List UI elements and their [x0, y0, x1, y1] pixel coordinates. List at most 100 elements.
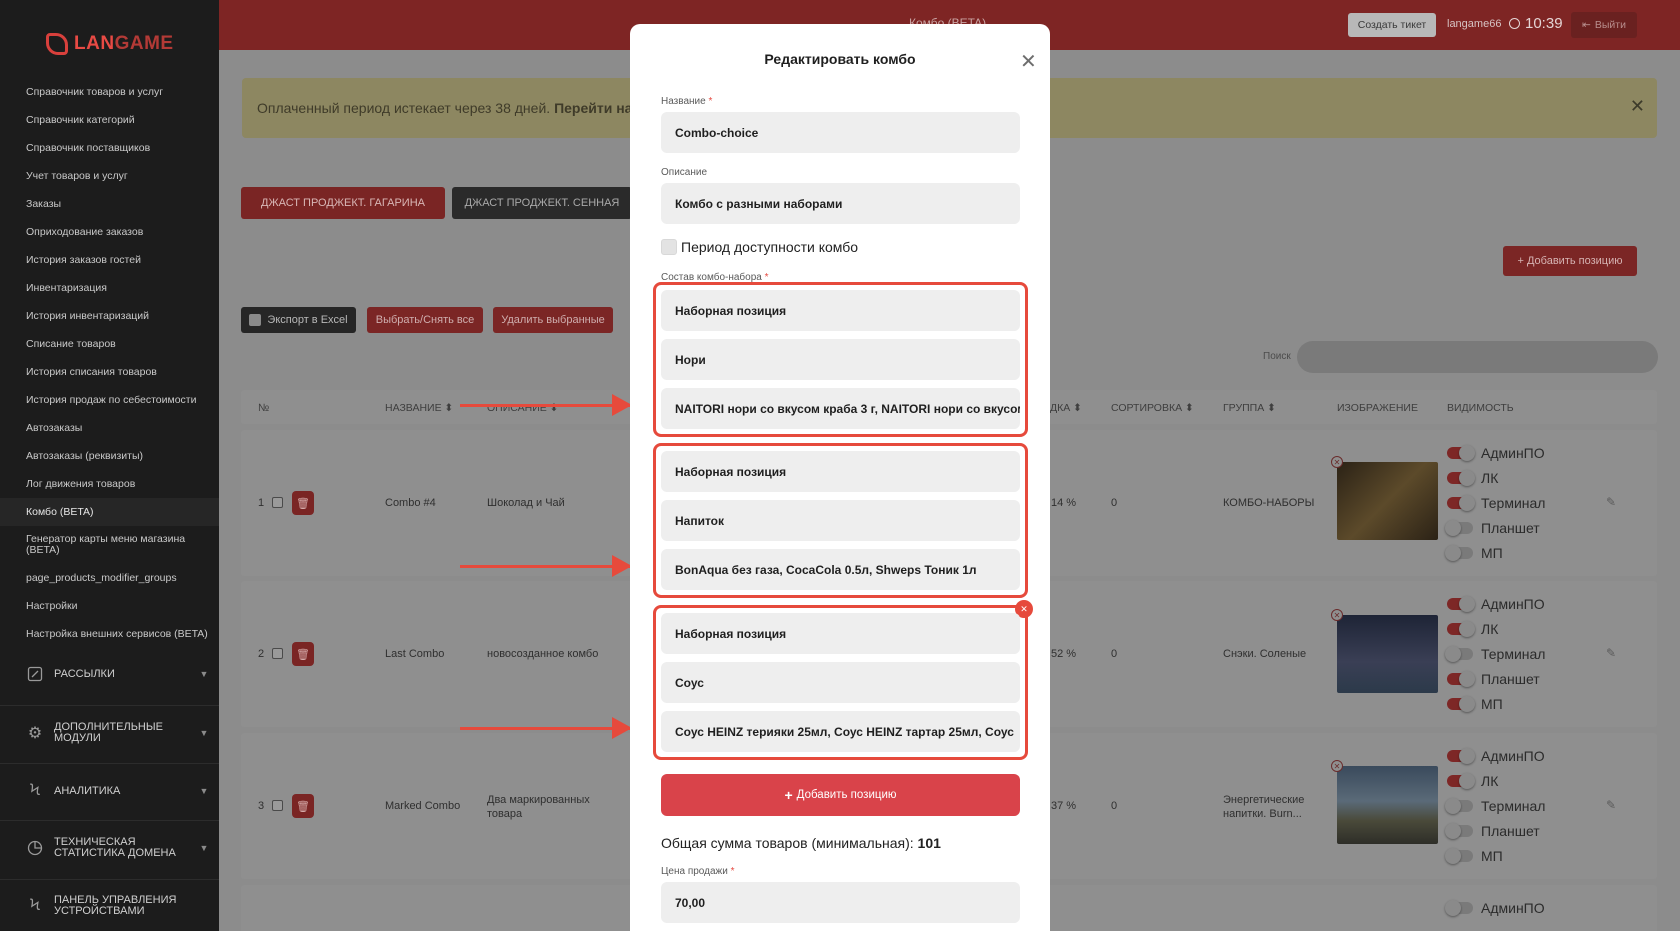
- row-checkbox[interactable]: [272, 497, 283, 508]
- toggle-adminpo[interactable]: [1447, 595, 1475, 612]
- add-group-button[interactable]: + Добавить позицию: [661, 774, 1020, 816]
- excel-icon: [249, 314, 262, 326]
- group-type-select[interactable]: Наборная позиция: [661, 613, 1020, 654]
- close-icon[interactable]: ✕: [1630, 96, 1645, 117]
- combo-image: [1337, 462, 1438, 540]
- sidebar-section-analytics[interactable]: ϟ Аналитика ▼: [0, 766, 219, 816]
- sidebar-item-writeoff-history[interactable]: История списания товаров: [0, 358, 219, 386]
- sidebar-item-categories[interactable]: Справочник категорий: [0, 106, 219, 134]
- remove-image-icon[interactable]: ✕: [1331, 760, 1343, 772]
- tab-sennaya[interactable]: ДЖАСТ ПРОДЖЕКТ. СЕННАЯ: [452, 187, 632, 219]
- close-icon[interactable]: ✕: [1020, 49, 1037, 74]
- logo[interactable]: LANGAME: [46, 32, 174, 56]
- period-label: Период доступности комбо: [681, 239, 859, 255]
- sidebar-item-sales-cost[interactable]: История продаж по себестоимости: [0, 386, 219, 414]
- row-checkbox[interactable]: [272, 648, 283, 659]
- group-category-select[interactable]: Соус: [661, 662, 1020, 703]
- toggle-adminpo[interactable]: [1445, 899, 1473, 916]
- delete-row-button[interactable]: 🗑: [292, 491, 314, 515]
- toggle-tablet[interactable]: [1447, 670, 1475, 687]
- sidebar-item-autoorders-details[interactable]: Автозаказы (реквизиты): [0, 442, 219, 470]
- sidebar-item-modifier-groups[interactable]: page_products_modifier_groups: [0, 564, 219, 592]
- sidebar-item-settings[interactable]: Настройки: [0, 592, 219, 620]
- edit-icon[interactable]: ✎: [1606, 798, 1616, 812]
- remove-image-icon[interactable]: ✕: [1331, 609, 1343, 621]
- visibility-toggles: АдминПО: [1445, 895, 1545, 920]
- group-items-select[interactable]: NAITORI нори со вкусом краба 3 г, NAITOR…: [661, 388, 1020, 429]
- sidebar-item-stock[interactable]: Учет товаров и услуг: [0, 162, 219, 190]
- export-excel-button[interactable]: Экспорт в Excel: [241, 307, 356, 333]
- name-input[interactable]: Combo-choice: [661, 112, 1020, 153]
- toggle-mp[interactable]: [1447, 695, 1475, 712]
- col-name[interactable]: НАЗВАНИЕ ⬍: [385, 402, 453, 414]
- logout-icon: ⇤: [1582, 19, 1591, 31]
- add-position-button[interactable]: + Добавить позицию: [1503, 246, 1637, 276]
- sidebar-item-inventory-history[interactable]: История инвентаризаций: [0, 302, 219, 330]
- col-group[interactable]: ГРУППА ⬍: [1223, 402, 1276, 414]
- toggle-tablet[interactable]: [1445, 822, 1473, 839]
- group-items-select[interactable]: BonAqua без газа, CocaCola 0.5л, Shweps …: [661, 549, 1020, 590]
- sidebar-item-orders[interactable]: Заказы: [0, 190, 219, 218]
- toggle-mp[interactable]: [1445, 544, 1473, 561]
- toggle-mp[interactable]: [1445, 847, 1473, 864]
- sidebar-item-receiving[interactable]: Оприходование заказов: [0, 218, 219, 246]
- user-name[interactable]: langame66: [1447, 18, 1501, 30]
- toggle-lk[interactable]: [1447, 620, 1475, 637]
- name-label: Название *: [661, 96, 713, 107]
- remove-image-icon[interactable]: ✕: [1331, 456, 1343, 468]
- search-input[interactable]: [1297, 341, 1658, 373]
- row-checkbox[interactable]: [272, 800, 283, 811]
- sidebar-item-suppliers[interactable]: Справочник поставщиков: [0, 134, 219, 162]
- period-checkbox[interactable]: [661, 239, 677, 255]
- edit-combo-modal: Редактировать комбо ✕ Название * Combo-c…: [630, 24, 1050, 931]
- logout-button[interactable]: ⇤ Выйти: [1571, 12, 1637, 38]
- delete-selected-button[interactable]: Удалить выбранные: [493, 307, 613, 333]
- chevron-down-icon: ▼: [199, 728, 209, 738]
- toggle-adminpo[interactable]: [1447, 747, 1475, 764]
- sidebar-section-tech-stats[interactable]: Техническая статистика домена ▼: [0, 823, 219, 873]
- sidebar-item-products-directory[interactable]: Справочник товаров и услуг: [0, 78, 219, 106]
- search-label: Поиск: [1263, 351, 1291, 362]
- sidebar-item-guest-orders[interactable]: История заказов гостей: [0, 246, 219, 274]
- col-sort[interactable]: СОРТИРОВКА ⬍: [1111, 402, 1194, 414]
- sidebar-section-modules[interactable]: ⚙ Дополнительные модули ▼: [0, 708, 219, 758]
- toggle-terminal[interactable]: [1445, 645, 1473, 662]
- create-ticket-button[interactable]: Создать тикет: [1348, 13, 1436, 37]
- toggle-terminal[interactable]: [1447, 494, 1475, 511]
- sidebar-item-combo[interactable]: Комбо (BETA): [0, 498, 219, 526]
- toggle-lk[interactable]: [1447, 469, 1475, 486]
- notice-link[interactable]: Перейти на: [554, 100, 632, 116]
- toggle-lk[interactable]: [1447, 772, 1475, 789]
- toggle-adminpo[interactable]: [1447, 444, 1475, 461]
- modal-title: Редактировать комбо: [764, 51, 916, 67]
- delete-row-button[interactable]: 🗑: [292, 794, 314, 818]
- toggle-terminal[interactable]: [1445, 797, 1473, 814]
- group-category-select[interactable]: Нори: [661, 339, 1020, 380]
- edit-icon[interactable]: ✎: [1606, 646, 1616, 660]
- group-type-select[interactable]: Наборная позиция: [661, 290, 1020, 331]
- sidebar-item-autoorders[interactable]: Автозаказы: [0, 414, 219, 442]
- sidebar-item-writeoff[interactable]: Списание товаров: [0, 330, 219, 358]
- sidebar-item-inventory[interactable]: Инвентаризация: [0, 274, 219, 302]
- sidebar-item-movement-log[interactable]: Лог движения товаров: [0, 470, 219, 498]
- tab-gagarina[interactable]: ДЖАСТ ПРОДЖЕКТ. ГАГАРИНА: [241, 187, 445, 219]
- toggle-tablet[interactable]: [1445, 519, 1473, 536]
- sidebar-section-mailings[interactable]: Рассылки ▼: [0, 649, 219, 699]
- edit-square-icon: [26, 665, 44, 683]
- group-category-select[interactable]: Напиток: [661, 500, 1020, 541]
- sidebar-item-menu-generator[interactable]: Генератор карты меню магазина (BETA): [0, 526, 219, 564]
- select-all-button[interactable]: Выбрать/Снять все: [367, 307, 483, 333]
- sidebar: LANGAME Справочник товаров и услуг Справ…: [0, 0, 219, 931]
- delete-row-button[interactable]: 🗑: [292, 642, 314, 666]
- price-input[interactable]: 70,00: [661, 882, 1020, 923]
- lightning-icon: ϟ: [30, 897, 40, 914]
- description-input[interactable]: Комбо с разными наборами: [661, 183, 1020, 224]
- group-type-select[interactable]: Наборная позиция: [661, 451, 1020, 492]
- price-label: Цена продажи *: [661, 866, 735, 877]
- group-items-select[interactable]: Соус HEINZ терияки 25мл, Соус HEINZ тарт…: [661, 711, 1020, 752]
- col-discount[interactable]: ДКА ⬍: [1050, 402, 1082, 414]
- edit-icon[interactable]: ✎: [1606, 495, 1616, 509]
- sidebar-section-devices[interactable]: ϟ Панель управления устройствами: [0, 881, 219, 931]
- sidebar-item-external-services[interactable]: Настройка внешних сервисов (BETA): [0, 620, 219, 648]
- visibility-toggles: АдминПО ЛК Терминал Планшет МП: [1445, 591, 1545, 716]
